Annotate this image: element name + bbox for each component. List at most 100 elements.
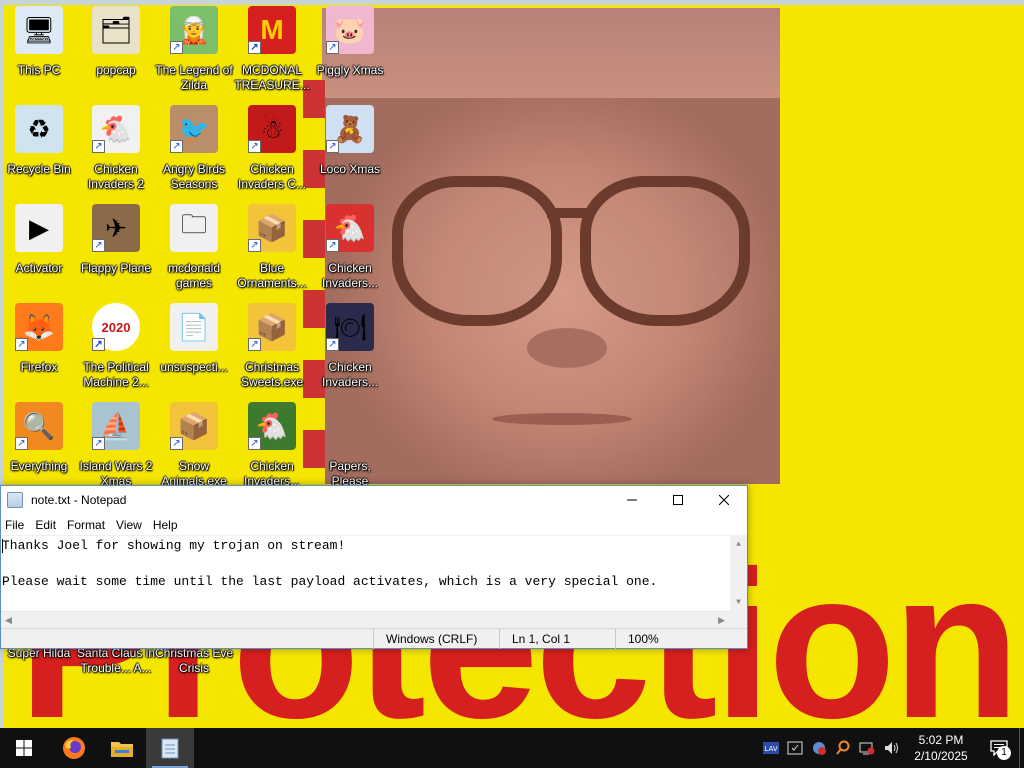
shortcut-arrow-icon: ↗ (92, 338, 105, 351)
show-desktop-button[interactable] (1019, 728, 1024, 768)
desktop-icon[interactable]: Super Hilda (0, 646, 79, 686)
scroll-up-icon[interactable]: ▲ (736, 536, 741, 554)
desktop-icon-label: Chicken Invaders... (321, 261, 379, 290)
close-icon (719, 495, 729, 505)
status-encoding: Windows (CRLF) (373, 628, 499, 649)
desktop-icon-label: The Legend of Zilda (155, 63, 233, 92)
desktop-icon[interactable]: 📦 ↗ Blue Ornaments... (232, 204, 312, 296)
vertical-scrollbar[interactable]: ▲ ▼ (730, 536, 747, 612)
minimize-button[interactable] (609, 486, 655, 514)
clock-time: 5:02 PM (918, 733, 964, 747)
desktop-icon[interactable]: ♻ Recycle Bin (0, 105, 79, 197)
magnifier-icon[interactable] (831, 728, 855, 768)
taskbar-notepad[interactable] (146, 728, 194, 768)
folder-popcap-icon: 🗂 (92, 6, 140, 54)
computer-icon: 🖥 (15, 6, 63, 54)
desktop-icon[interactable]: Christmas Eve Crisis (154, 646, 234, 686)
notepad-titlebar[interactable]: note.txt - Notepad (1, 486, 747, 514)
status-bar: Windows (CRLF) Ln 1, Col 1 100% (1, 628, 747, 649)
pig-icon: 🐷 ↗ (326, 6, 374, 54)
desktop-icon[interactable]: 2020 ↗ The Political Machine 2... (76, 303, 156, 395)
desktop-icon[interactable]: 🐔 ↗ Chicken Invaders... (232, 402, 312, 494)
firefox-icon: 🦊 ↗ (15, 303, 63, 351)
network-icon[interactable] (855, 728, 879, 768)
start-button[interactable] (0, 728, 48, 768)
menu-view[interactable]: View (112, 518, 149, 532)
maximize-button[interactable] (655, 486, 701, 514)
desktop-icon[interactable]: Papers, Please (310, 402, 390, 494)
desktop-icon[interactable]: 🗂 popcap (76, 6, 156, 98)
desktop-icon[interactable]: 🦊 ↗ Firefox (0, 303, 79, 395)
notepad-window[interactable]: note.txt - Notepad File Edit Format View… (0, 485, 748, 649)
desktop-icon-label: Christmas Eve Crisis (154, 646, 234, 675)
desktop-icon[interactable]: 🐷 ↗ Piggly Xmas (310, 6, 390, 98)
desktop-icon[interactable]: 📦 ↗ Christmas Sweets.exe (232, 303, 312, 395)
desktop-icon[interactable]: 🐔 ↗ Chicken Invaders... (310, 204, 390, 296)
document-text[interactable]: Thanks Joel for showing my trojan on str… (1, 536, 747, 591)
shortcut-arrow-icon: ↗ (326, 140, 339, 153)
desktop-icon[interactable]: 🍽 ↗ Chicken Invaders... (310, 303, 390, 395)
desktop-icon[interactable]: ✈ ↗ Flappy Plane (76, 204, 156, 296)
status-zoom: 100% (615, 628, 747, 649)
scroll-down-icon[interactable]: ▼ (736, 594, 741, 612)
desktop-icon[interactable]: 🐦 ↗ Angry Birds Seasons (154, 105, 234, 197)
chicken-plates-icon: 🍽 ↗ (326, 303, 374, 351)
svg-text:LAV: LAV (765, 745, 778, 753)
desktop-icon[interactable]: 🧝 ↗ The Legend of Zilda (154, 6, 234, 98)
desktop-icon[interactable]: 🗀 mcdonald games (154, 204, 234, 296)
menu-help[interactable]: Help (149, 518, 185, 532)
scroll-left-icon[interactable]: ◀ (5, 615, 12, 626)
network-warning-icon[interactable] (807, 728, 831, 768)
shortcut-arrow-icon: ↗ (170, 437, 183, 450)
shortcut-arrow-icon: ↗ (248, 239, 261, 252)
lav-icon[interactable]: LAV (759, 728, 783, 768)
window-title: note.txt - Notepad (31, 493, 127, 507)
menu-edit[interactable]: Edit (31, 518, 63, 532)
desktop-icon-label: Chicken Invaders... (321, 360, 379, 389)
desktop-icon-label: unsuspecti... (160, 360, 228, 374)
papers-please-icon (326, 402, 374, 450)
taskbar-file-explorer[interactable] (98, 728, 146, 768)
desktop-icon[interactable]: 🧸 ↗ Loco Xmas (310, 105, 390, 197)
desktop-icon-label: Chicken Invaders 2 (87, 162, 145, 191)
menu-format[interactable]: Format (63, 518, 112, 532)
clock[interactable]: 5:02 PM 2/10/2025 (903, 732, 979, 764)
scroll-right-icon[interactable]: ▶ (718, 615, 725, 626)
file-icon: 📄 (170, 303, 218, 351)
desktop-icon[interactable]: Santa Claus in Trouble... A... (76, 646, 156, 686)
political-machine-icon: 2020 ↗ (92, 303, 140, 351)
teddy-bear-icon: 🧸 ↗ (326, 105, 374, 153)
shortcut-arrow-icon: ↗ (92, 239, 105, 252)
volume-icon[interactable] (879, 728, 903, 768)
action-center-button[interactable]: 1 (979, 728, 1019, 768)
desktop-icon-label: MCDONAL TREASURE... (234, 63, 310, 92)
angry-birds-icon: 🐦 ↗ (170, 105, 218, 153)
desktop-icon[interactable]: 📦 ↗ Snow Animals.exe (154, 402, 234, 494)
desktop-icon[interactable]: M ↗ MCDONAL TREASURE... (232, 6, 312, 98)
text-editor[interactable]: Thanks Joel for showing my trojan on str… (1, 535, 747, 612)
desktop-icon[interactable]: 🐔 ↗ Chicken Invaders 2 (76, 105, 156, 197)
shortcut-arrow-icon: ↗ (326, 41, 339, 54)
shortcut-arrow-icon: ↗ (248, 338, 261, 351)
shortcut-arrow-icon: ↗ (170, 140, 183, 153)
notification-badge: 1 (997, 746, 1011, 760)
close-button[interactable] (701, 486, 747, 514)
security-icon[interactable] (783, 728, 807, 768)
desktop-icon[interactable]: ⛵ ↗ Island Wars 2 Xmas (76, 402, 156, 494)
desktop-icon[interactable]: 🖥 This PC (0, 6, 79, 98)
menu-file[interactable]: File (1, 518, 31, 532)
game-zilda-icon: 🧝 ↗ (170, 6, 218, 54)
desktop-icon[interactable]: ☃ ↗ Chicken Invaders C... (232, 105, 312, 197)
firefox-icon (63, 737, 85, 759)
shortcut-arrow-icon: ↗ (248, 140, 261, 153)
horizontal-scrollbar[interactable]: ◀ ▶ (1, 611, 747, 628)
desktop-icon[interactable]: 📄 unsuspecti... (154, 303, 234, 395)
desktop-icon[interactable]: 🔍 ↗ Everything (0, 402, 79, 494)
desktop-icon-label: Chicken Invaders C... (237, 162, 307, 191)
desktop-icon[interactable]: ▶ Activator (0, 204, 79, 296)
shortcut-arrow-icon: ↗ (248, 41, 261, 54)
clock-date: 2/10/2025 (914, 749, 968, 763)
wallpaper-face (322, 8, 780, 484)
mcdonald-icon: M ↗ (248, 6, 296, 54)
taskbar-firefox[interactable] (50, 728, 98, 768)
